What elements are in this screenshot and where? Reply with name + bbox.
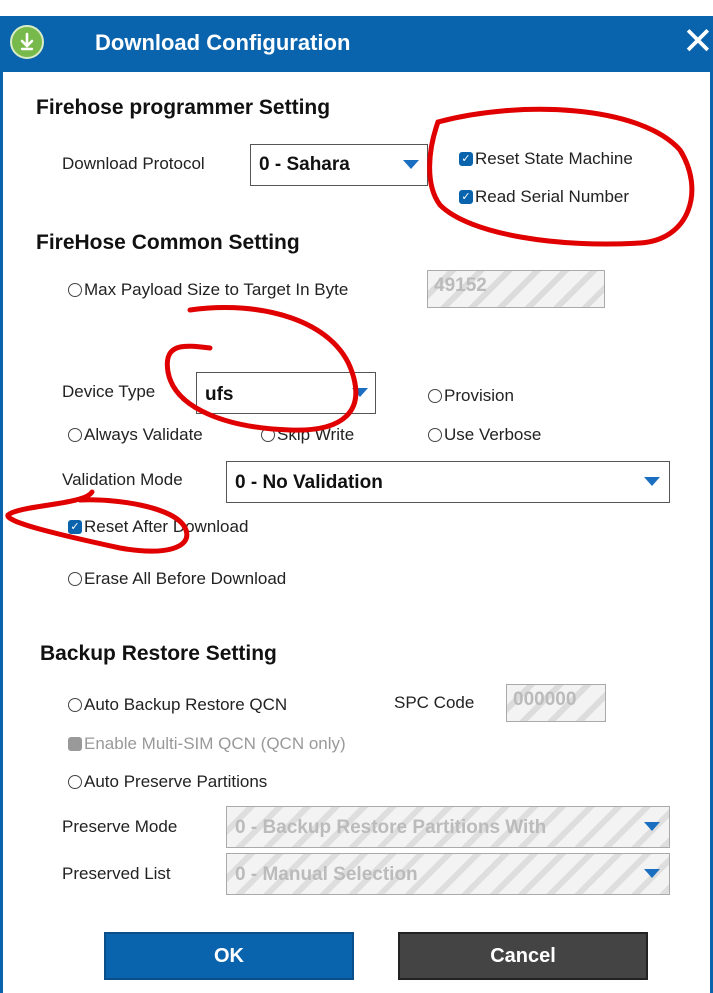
checkbox-icon <box>68 737 82 751</box>
reset-state-machine-label: Reset State Machine <box>475 149 633 168</box>
device-type-label: Device Type <box>62 382 156 401</box>
device-type-select[interactable]: ufs <box>196 372 376 414</box>
read-serial-number-checkbox[interactable]: ✓ Read Serial Number <box>459 187 629 207</box>
use-verbose-checkbox[interactable]: Use Verbose <box>428 425 541 445</box>
checkbox-icon[interactable] <box>428 428 442 442</box>
auto-preserve-label: Auto Preserve Partitions <box>84 772 268 791</box>
spc-code-input: 000000 <box>506 684 606 722</box>
spc-code-value: 000000 <box>513 689 577 710</box>
auto-backup-checkbox[interactable]: Auto Backup Restore QCN <box>68 695 287 715</box>
preserved-list-select: 0 - Manual Selection <box>226 853 670 895</box>
device-type-value: ufs <box>205 384 234 405</box>
checkbox-icon[interactable]: ✓ <box>459 190 473 204</box>
preserved-list-value: 0 - Manual Selection <box>235 864 418 885</box>
section-title-firehose: Firehose programmer Setting <box>36 96 331 119</box>
always-validate-label: Always Validate <box>84 425 203 444</box>
chevron-down-icon[interactable] <box>644 477 660 486</box>
preserved-list-label: Preserved List <box>62 864 171 883</box>
chevron-down-icon[interactable] <box>352 388 368 397</box>
checkbox-icon[interactable] <box>428 389 442 403</box>
enable-multi-sim-checkbox: Enable Multi-SIM QCN (QCN only) <box>68 734 346 754</box>
chevron-down-icon[interactable] <box>403 160 419 169</box>
max-payload-input: 49152 <box>427 270 605 308</box>
spc-code-label: SPC Code <box>394 693 475 712</box>
ok-button[interactable]: OK <box>104 932 354 980</box>
checkbox-icon[interactable] <box>68 283 82 297</box>
checkmark-icon: ✓ <box>70 520 80 533</box>
title-bar: Download Configuration ✕ <box>0 16 713 72</box>
checkbox-icon[interactable]: ✓ <box>459 152 473 166</box>
preserve-mode-value: 0 - Backup Restore Partitions With <box>235 817 547 838</box>
checkbox-icon[interactable] <box>261 428 275 442</box>
chevron-down-icon <box>644 869 660 878</box>
checkbox-icon[interactable] <box>68 572 82 586</box>
download-protocol-value: 0 - Sahara <box>259 154 350 175</box>
read-serial-number-label: Read Serial Number <box>475 187 630 206</box>
download-protocol-label: Download Protocol <box>62 154 205 173</box>
preserve-mode-label: Preserve Mode <box>62 817 178 836</box>
checkbox-icon[interactable] <box>68 428 82 442</box>
checkmark-icon: ✓ <box>461 190 471 203</box>
checkbox-icon[interactable] <box>68 775 82 789</box>
section-title-common: FireHose Common Setting <box>36 231 300 254</box>
annotation-circle-firehose-options <box>427 106 695 247</box>
use-verbose-label: Use Verbose <box>444 425 542 444</box>
provision-label: Provision <box>444 386 514 405</box>
validation-mode-value: 0 - No Validation <box>235 472 383 493</box>
provision-checkbox[interactable]: Provision <box>428 386 514 406</box>
download-protocol-select[interactable]: 0 - Sahara <box>250 144 428 186</box>
erase-all-checkbox[interactable]: Erase All Before Download <box>68 569 286 589</box>
erase-all-label: Erase All Before Download <box>84 569 287 588</box>
dialog-border-left <box>0 72 3 993</box>
checkbox-icon[interactable] <box>68 698 82 712</box>
always-validate-checkbox[interactable]: Always Validate <box>68 425 203 445</box>
reset-after-download-label: Reset After Download <box>84 517 249 536</box>
skip-write-label: Skip Write <box>277 425 355 444</box>
preserve-mode-select: 0 - Backup Restore Partitions With <box>226 806 670 848</box>
checkmark-icon: ✓ <box>461 152 471 165</box>
max-payload-label: Max Payload Size to Target In Byte <box>84 280 349 299</box>
skip-write-checkbox[interactable]: Skip Write <box>261 425 354 445</box>
max-payload-value: 49152 <box>434 275 487 296</box>
enable-multi-sim-label: Enable Multi-SIM QCN (QCN only) <box>84 734 346 753</box>
auto-preserve-checkbox[interactable]: Auto Preserve Partitions <box>68 772 267 792</box>
window-title: Download Configuration <box>95 30 351 55</box>
validation-mode-label: Validation Mode <box>62 470 183 489</box>
cancel-button[interactable]: Cancel <box>398 932 648 980</box>
auto-backup-label: Auto Backup Restore QCN <box>84 695 288 714</box>
checkbox-icon[interactable]: ✓ <box>68 520 82 534</box>
download-arrow-icon <box>10 25 44 59</box>
max-payload-checkbox[interactable]: Max Payload Size to Target In Byte <box>68 280 348 300</box>
chevron-down-icon <box>644 822 660 831</box>
reset-after-download-checkbox[interactable]: ✓ Reset After Download <box>68 517 248 537</box>
reset-state-machine-checkbox[interactable]: ✓ Reset State Machine <box>459 149 633 169</box>
close-icon[interactable]: ✕ <box>682 22 713 62</box>
validation-mode-select[interactable]: 0 - No Validation <box>226 461 670 503</box>
section-title-backup: Backup Restore Setting <box>40 642 277 665</box>
